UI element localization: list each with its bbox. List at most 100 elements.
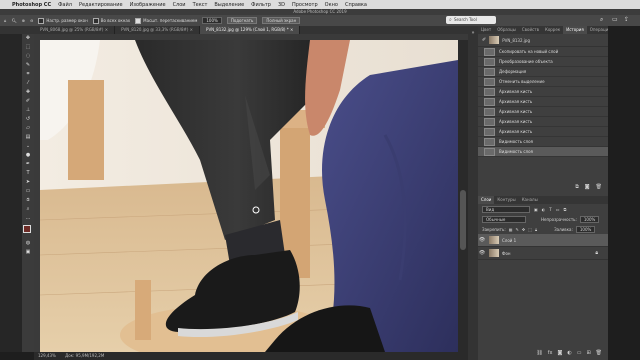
- search-tool-icon[interactable]: ⌕: [600, 16, 603, 24]
- collapse-icon[interactable]: »: [468, 30, 478, 36]
- tab-layers[interactable]: Слои: [478, 196, 495, 204]
- menu-layers[interactable]: Слои: [173, 2, 186, 8]
- fill-screen-button[interactable]: Полный экран: [262, 17, 301, 24]
- tab-color[interactable]: Цвет: [478, 26, 494, 34]
- tab-pvn8068[interactable]: PVN_8068.jpg @ 25% (RGB/8#) ×: [34, 26, 116, 34]
- menu-edit[interactable]: Редактирование: [79, 2, 123, 8]
- menu-file[interactable]: Файл: [58, 2, 72, 8]
- foreground-color[interactable]: [23, 225, 31, 233]
- home-icon[interactable]: ⌂: [4, 18, 7, 23]
- shape-icon[interactable]: ▭: [22, 187, 34, 196]
- tab-swatches[interactable]: Образцы: [494, 26, 519, 34]
- menu-3d[interactable]: 3D: [278, 2, 285, 8]
- layer-row-layer1[interactable]: 👁︎ Слой 1: [478, 234, 608, 247]
- blur-icon[interactable]: 💧︎: [22, 142, 34, 151]
- history-item[interactable]: Архивная кисть: [478, 127, 608, 137]
- pen-icon[interactable]: ✒: [22, 160, 34, 169]
- fx-icon[interactable]: fx: [548, 350, 553, 356]
- history-item[interactable]: Архивная кисть: [478, 117, 608, 127]
- new-layer-icon[interactable]: ⊞: [586, 350, 590, 356]
- folder-icon[interactable]: ▭: [577, 350, 582, 356]
- layer-filter-select[interactable]: Вид: [482, 205, 530, 213]
- zoom-icon[interactable]: ⌕: [22, 205, 34, 214]
- menu-select[interactable]: Выделение: [214, 2, 244, 8]
- lock-artboard-icon[interactable]: ⬚: [528, 227, 532, 232]
- quick-mask-icon[interactable]: ◍: [22, 239, 34, 248]
- opacity-input[interactable]: 100%: [579, 215, 600, 223]
- tab-adjustments[interactable]: Коррек: [542, 26, 563, 34]
- filter-smart-icon[interactable]: ⧉: [564, 207, 567, 212]
- zoom-100-button[interactable]: 100%: [202, 17, 222, 24]
- scroll-thumb[interactable]: [460, 190, 466, 250]
- eyedropper-icon[interactable]: ⁄: [22, 79, 34, 88]
- menu-help[interactable]: Справка: [345, 2, 367, 8]
- layer-row-background[interactable]: 👁︎ Фон 🔒︎: [478, 247, 608, 260]
- history-item[interactable]: Отменить выделение: [478, 77, 608, 87]
- crop-icon[interactable]: ⌗: [22, 70, 34, 79]
- history-brush-source-icon[interactable]: ✐: [482, 37, 486, 43]
- menu-image[interactable]: Изображение: [130, 2, 166, 8]
- filter-pixel-icon[interactable]: ▣: [534, 207, 538, 212]
- history-snapshot[interactable]: ✐ PVN_8132.jpg: [478, 34, 608, 47]
- search-input[interactable]: Search Tool: [446, 16, 496, 24]
- history-item[interactable]: Архивная кисть: [478, 97, 608, 107]
- history-item-current[interactable]: Видимость слоя: [478, 147, 608, 157]
- lasso-icon[interactable]: ◌: [22, 52, 34, 61]
- trash-icon[interactable]: 🗑︎: [596, 184, 602, 192]
- fill-input[interactable]: 100%: [575, 225, 596, 233]
- tab-channels[interactable]: Каналы: [519, 196, 541, 204]
- eye-icon[interactable]: 👁︎: [478, 237, 486, 243]
- history-item[interactable]: Архивная кисть: [478, 107, 608, 117]
- filter-adjust-icon[interactable]: ◐: [542, 207, 546, 212]
- fit-screen-button[interactable]: Подогнать: [226, 17, 258, 24]
- menu-window[interactable]: Окно: [325, 2, 338, 8]
- menu-app[interactable]: Photoshop CC: [12, 2, 51, 8]
- healing-icon[interactable]: ✚: [22, 88, 34, 97]
- snapshot-camera-icon[interactable]: ◙: [585, 184, 590, 192]
- history-item[interactable]: Видимость слоя: [478, 137, 608, 147]
- dodge-icon[interactable]: ●: [22, 151, 34, 160]
- type-icon[interactable]: T: [22, 169, 34, 178]
- quick-select-icon[interactable]: ✎: [22, 61, 34, 70]
- tab-properties[interactable]: Свойств: [519, 26, 542, 34]
- history-item[interactable]: Преобразование объекта: [478, 57, 608, 67]
- delete-layer-icon[interactable]: 🗑︎: [596, 350, 602, 356]
- history-brush-icon[interactable]: ↺: [22, 115, 34, 124]
- menu-text[interactable]: Текст: [193, 2, 208, 8]
- share-icon[interactable]: ⇪: [624, 16, 629, 24]
- brush-icon[interactable]: ✐: [22, 97, 34, 106]
- canvas-photo[interactable]: [40, 40, 458, 352]
- scrubby-zoom-checkbox[interactable]: Масшт. перетаскиванием: [135, 17, 197, 24]
- tab-history[interactable]: История: [563, 26, 587, 34]
- tab-pvn8132[interactable]: PVN_8132.jpg @ 129% (Слой 1, RGB/8) * ×: [200, 26, 301, 34]
- status-zoom[interactable]: 129,43%: [38, 353, 56, 358]
- filter-type-icon[interactable]: T: [549, 207, 551, 212]
- zoom-in-icon[interactable]: ⊕: [22, 18, 25, 23]
- zoom-out-icon[interactable]: ⊖: [30, 18, 33, 23]
- history-item[interactable]: Скопировать на новый слой: [478, 47, 608, 57]
- lock-pixels-icon[interactable]: ▦: [509, 227, 513, 232]
- screen-mode-icon[interactable]: ▣: [22, 248, 34, 257]
- adjustment-icon[interactable]: ◐: [567, 350, 571, 356]
- zoom-tool-icon[interactable]: 🔍︎: [12, 18, 17, 23]
- history-item[interactable]: Архивная кисть: [478, 87, 608, 97]
- lock-all-icon[interactable]: 🔒︎: [535, 227, 537, 232]
- history-item[interactable]: Деформация: [478, 67, 608, 77]
- marquee-icon[interactable]: ⬚: [22, 43, 34, 52]
- link-icon[interactable]: ⛓︎: [536, 350, 542, 356]
- menu-view[interactable]: Просмотр: [292, 2, 318, 8]
- eraser-icon[interactable]: ▱: [22, 124, 34, 133]
- more-tools-icon[interactable]: …: [22, 214, 34, 223]
- tab-pvn8120[interactable]: PVN_8120.jpg @ 33,3% (RGB/8#) ×: [115, 26, 201, 34]
- filter-shape-icon[interactable]: ▭: [556, 207, 560, 212]
- lock-position-icon[interactable]: ✥: [522, 227, 525, 232]
- menu-filter[interactable]: Фильтр: [251, 2, 271, 8]
- move-icon[interactable]: ✥: [22, 34, 34, 43]
- blend-mode-select[interactable]: Обычные: [482, 215, 526, 223]
- tab-paths[interactable]: Контуры: [494, 196, 518, 204]
- resize-windows-checkbox[interactable]: Настр. размер окон: [38, 17, 88, 24]
- workspace-icon[interactable]: ▭: [612, 16, 618, 24]
- vertical-scrollbar[interactable]: [458, 40, 468, 352]
- eye-icon[interactable]: 👁︎: [478, 250, 486, 256]
- hand-icon[interactable]: ✋︎: [22, 196, 34, 205]
